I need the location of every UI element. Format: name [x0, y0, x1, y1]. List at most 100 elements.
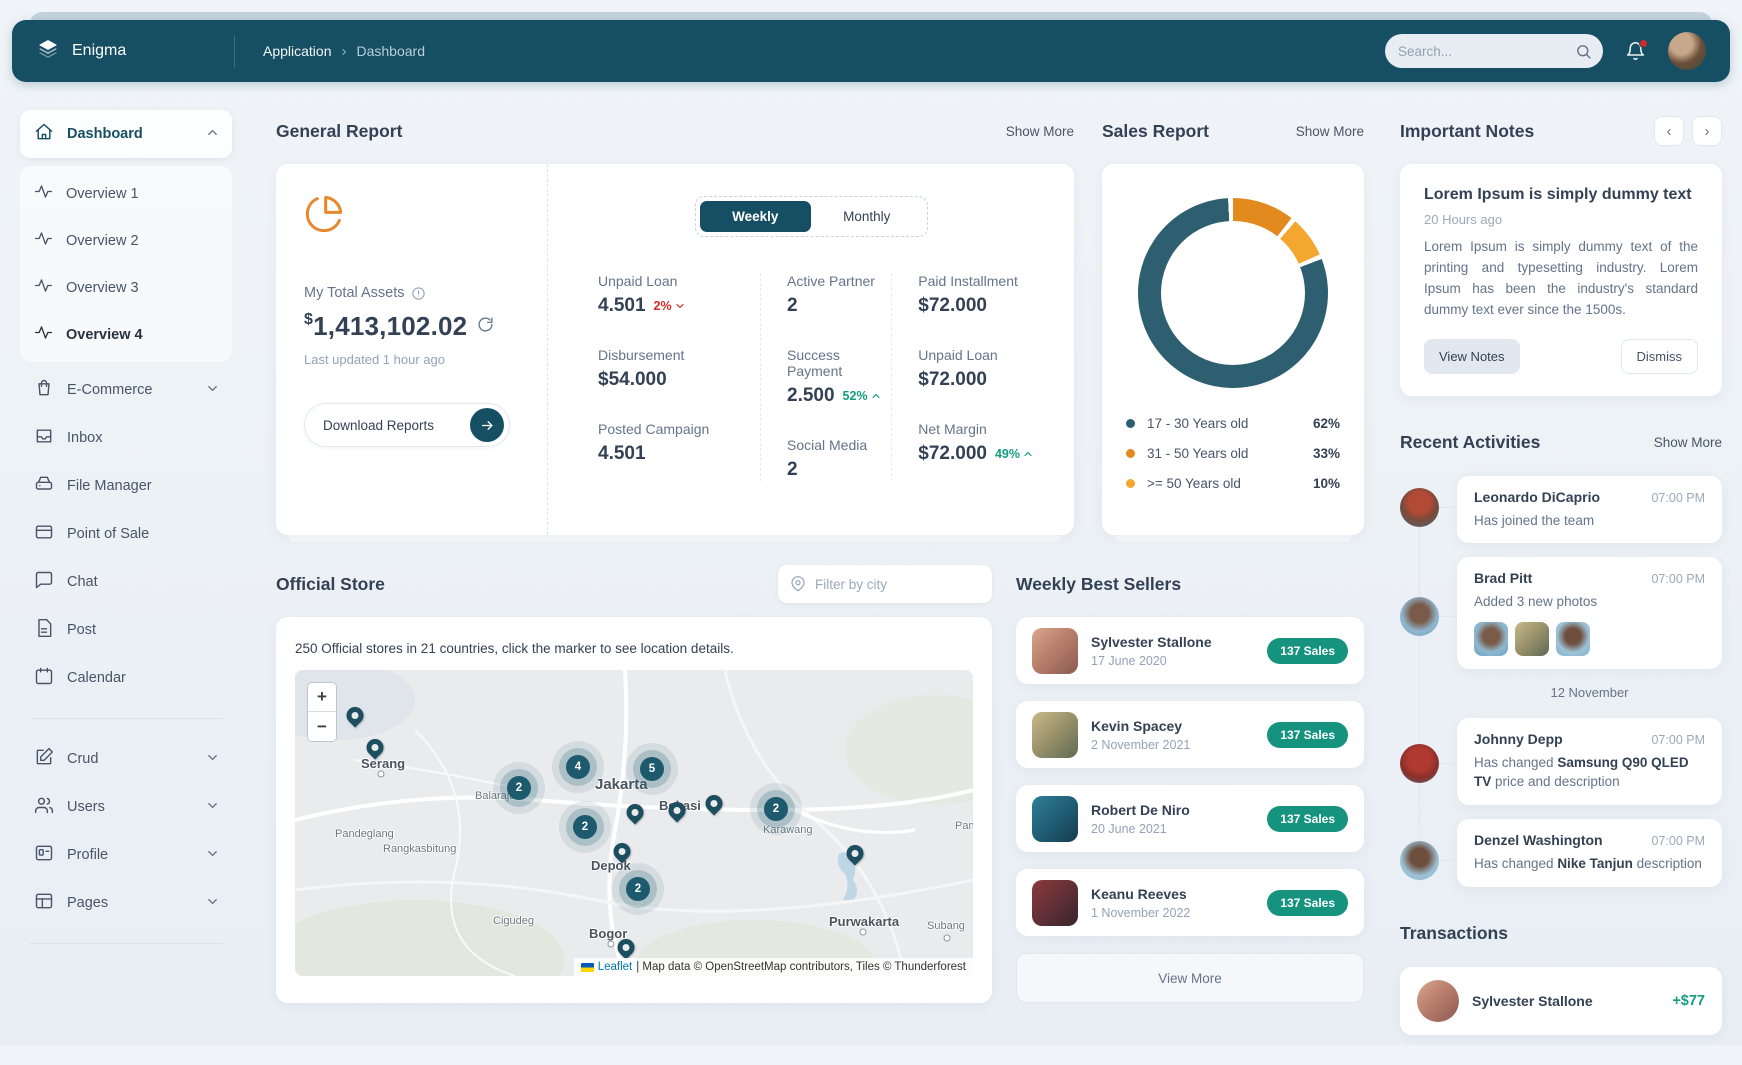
dismiss-button[interactable]: Dismiss — [1621, 339, 1699, 374]
seller-row[interactable]: Kevin Spacey 2 November 2021 137 Sales — [1016, 701, 1364, 768]
general-report-show-more[interactable]: Show More — [1006, 124, 1074, 139]
map-cluster-marker[interactable]: 4 — [566, 755, 590, 779]
sidebar-item-point-of-sale[interactable]: Point of Sale — [20, 510, 232, 558]
download-reports-button[interactable]: Download Reports — [304, 403, 510, 447]
activity-name[interactable]: Brad Pitt — [1474, 570, 1532, 586]
sidebar-item-overview-3[interactable]: Overview 3 — [20, 264, 232, 311]
chevron-right-icon: › — [342, 43, 347, 60]
view-notes-button[interactable]: View Notes — [1424, 339, 1520, 374]
sidebar-item-calendar[interactable]: Calendar — [20, 654, 232, 702]
note-body: Lorem Ipsum is simply dummy text of the … — [1424, 237, 1698, 321]
activity-photo[interactable] — [1474, 622, 1508, 656]
sidebar-item-overview-1[interactable]: Overview 1 — [20, 170, 232, 217]
refresh-icon[interactable] — [477, 316, 494, 338]
date-divider: 12 November — [1457, 685, 1722, 700]
map-cluster-marker[interactable]: 2 — [626, 877, 650, 901]
message-square-icon — [34, 570, 54, 594]
sidebar-item-ecommerce[interactable]: E-Commerce — [20, 366, 232, 414]
sidebar-item-chat[interactable]: Chat — [20, 558, 232, 606]
sidebar-item-overview-2[interactable]: Overview 2 — [20, 217, 232, 264]
map-label: Serang — [361, 756, 405, 771]
leaflet-map[interactable]: Serang Jakarta Bekasi Depok Bogor Purwak… — [295, 670, 973, 976]
chevron-down-icon — [205, 894, 220, 913]
map-cluster-marker[interactable]: 2 — [764, 797, 788, 821]
sidebar-item-file-manager[interactable]: File Manager — [20, 462, 232, 510]
activity-photo[interactable] — [1556, 622, 1590, 656]
product-name: Nike Tanjun — [1557, 856, 1633, 871]
town-dot — [860, 929, 867, 936]
activity-avatar[interactable] — [1400, 841, 1439, 880]
sidebar-item-profile[interactable]: Profile — [20, 831, 232, 879]
total-assets-value: $1,413,102.02 — [304, 311, 467, 342]
notes-next-button[interactable]: › — [1692, 116, 1722, 146]
brand-logo[interactable]: Enigma — [36, 37, 234, 66]
notifications-bell-icon[interactable] — [1625, 41, 1646, 62]
filter-by-city-input[interactable] — [815, 577, 980, 592]
info-icon[interactable] — [411, 286, 426, 301]
seller-name: Kevin Spacey — [1091, 718, 1190, 734]
leaflet-link[interactable]: Leaflet — [598, 961, 633, 973]
file-text-icon — [34, 618, 54, 642]
search-icon — [1575, 43, 1592, 60]
zoom-out-button[interactable]: − — [308, 712, 336, 741]
seller-photo — [1032, 880, 1078, 926]
sales-report-show-more[interactable]: Show More — [1296, 124, 1364, 139]
activities-show-more[interactable]: Show More — [1654, 435, 1722, 450]
sidebar-item-crud[interactable]: Crud — [20, 735, 232, 783]
sales-donut-chart[interactable] — [1138, 198, 1328, 388]
activity-icon — [34, 276, 53, 299]
legend-item: 31 - 50 Years old 33% — [1126, 446, 1340, 461]
legend-dot — [1126, 449, 1135, 458]
sidebar-item-inbox[interactable]: Inbox — [20, 414, 232, 462]
town-dot — [944, 935, 951, 942]
activity-avatar[interactable] — [1400, 488, 1439, 527]
sidebar-item-dashboard[interactable]: Dashboard — [20, 110, 232, 158]
sidebar-item-post[interactable]: Post — [20, 606, 232, 654]
sidebar-item-label: Overview 3 — [66, 280, 139, 296]
stat-paid-installment: Paid Installment $72.000 — [918, 273, 1034, 317]
monthly-toggle-button[interactable]: Monthly — [811, 201, 923, 232]
filter-by-city-box[interactable] — [778, 565, 992, 603]
sidebar-item-label: Overview 4 — [66, 327, 143, 343]
sidebar-item-pages[interactable]: Pages — [20, 879, 232, 927]
seller-date: 1 November 2022 — [1091, 906, 1190, 920]
activity-photo[interactable] — [1515, 622, 1549, 656]
sidebar-item-overview-4[interactable]: Overview 4 — [20, 311, 232, 358]
activity-name[interactable]: Leonardo DiCaprio — [1474, 489, 1600, 505]
chevron-up-icon — [205, 125, 220, 144]
sidebar-item-label: Pages — [67, 895, 108, 911]
transaction-row[interactable]: Sylvester Stallone +$77 — [1400, 967, 1722, 1035]
layers-icon — [36, 37, 60, 66]
map-cluster-marker[interactable]: 2 — [573, 815, 597, 839]
activity-name[interactable]: Johnny Depp — [1474, 731, 1563, 747]
activity-avatar[interactable] — [1400, 597, 1439, 636]
breadcrumb-application[interactable]: Application — [263, 43, 332, 59]
zoom-in-button[interactable]: + — [308, 683, 336, 712]
sidebar-item-label: Overview 1 — [66, 186, 139, 202]
inbox-icon — [34, 426, 54, 450]
search-input[interactable] — [1398, 44, 1575, 59]
map-cluster-marker[interactable]: 5 — [640, 757, 664, 781]
view-more-button[interactable]: View More — [1016, 953, 1364, 1003]
map-zoom-control: + − — [307, 682, 337, 742]
general-report-title: General Report — [276, 121, 402, 142]
weekly-toggle-button[interactable]: Weekly — [700, 201, 812, 232]
store-description: 250 Official stores in 21 countries, cli… — [295, 641, 973, 656]
map-label: Jakarta — [595, 776, 648, 793]
shopping-bag-icon — [34, 378, 54, 402]
sales-badge: 137 Sales — [1267, 806, 1348, 832]
map-cluster-marker[interactable]: 2 — [507, 776, 531, 800]
seller-row[interactable]: Keanu Reeves 1 November 2022 137 Sales — [1016, 869, 1364, 936]
activity-avatar[interactable] — [1400, 744, 1439, 783]
search-box[interactable] — [1385, 34, 1603, 68]
official-store-card: 250 Official stores in 21 countries, cli… — [276, 617, 992, 1003]
seller-row[interactable]: Robert De Niro 20 June 2021 137 Sales — [1016, 785, 1364, 852]
activity-name[interactable]: Denzel Washington — [1474, 832, 1603, 848]
user-avatar[interactable] — [1668, 32, 1706, 70]
sidebar-item-users[interactable]: Users — [20, 783, 232, 831]
seller-row[interactable]: Sylvester Stallone 17 June 2020 137 Sale… — [1016, 617, 1364, 684]
activity-icon — [34, 323, 53, 346]
calendar-icon — [34, 666, 54, 690]
breadcrumb-dashboard[interactable]: Dashboard — [357, 43, 426, 59]
notes-prev-button[interactable]: ‹ — [1654, 116, 1684, 146]
